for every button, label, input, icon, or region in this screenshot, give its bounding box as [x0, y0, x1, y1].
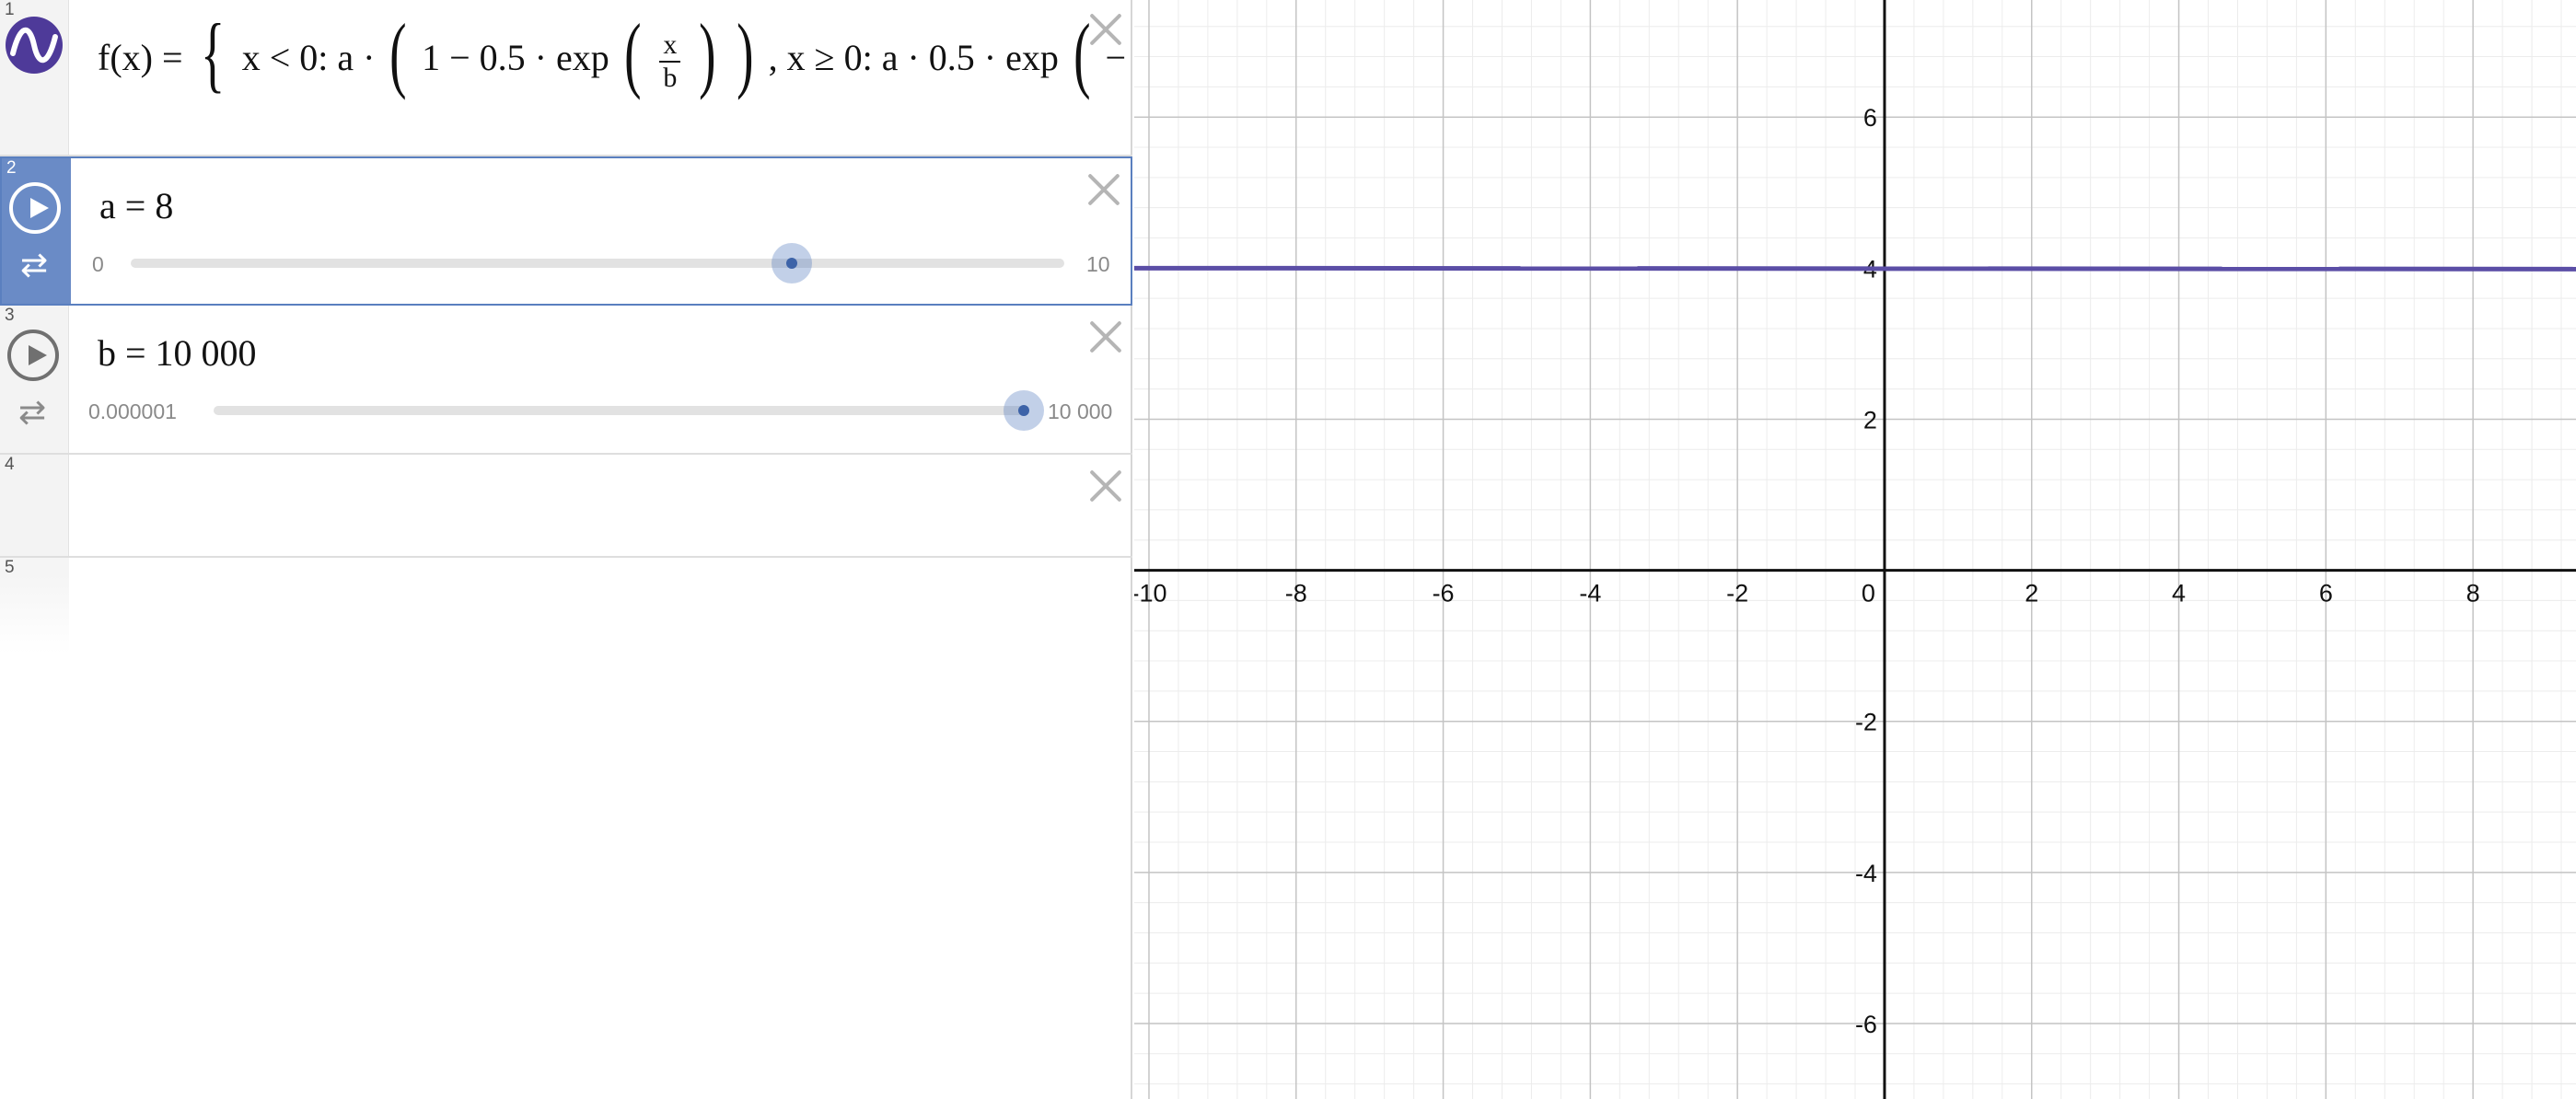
x-tick-label: -6 — [1433, 580, 1455, 607]
row-number: 3 — [5, 306, 15, 325]
x-tick-label: 6 — [2319, 580, 2333, 607]
y-tick-label: -2 — [1855, 709, 1877, 736]
close-icon[interactable] — [1086, 11, 1123, 48]
case1: x < 0: a · — [241, 37, 376, 79]
slider-b-min: 0.000001 — [88, 399, 177, 423]
case1-body: 1 − 0.5 · exp — [422, 37, 609, 79]
y-tick-label: -4 — [1855, 860, 1877, 887]
slider-a-track[interactable] — [131, 259, 1064, 268]
slider-b-label[interactable]: b = 10 000 — [98, 331, 257, 375]
slider-b-track[interactable] — [214, 406, 1024, 415]
play-icon[interactable] — [9, 182, 61, 234]
slider-b-max: 10 000 — [1048, 399, 1113, 423]
close-icon[interactable] — [1085, 171, 1121, 208]
paren: ) — [737, 6, 754, 100]
expression-row-1[interactable]: 1 f(x) = { x < 0: a · ( 1 − 0.5 · exp ( … — [0, 0, 1132, 156]
desmos-logo-icon — [6, 17, 63, 74]
fraction: x b — [659, 29, 681, 94]
y-tick-label: -6 — [1855, 1011, 1877, 1038]
function-curve[interactable] — [1133, 265, 2576, 272]
x-tick-label: -10 — [1134, 580, 1166, 607]
graph-svg: -10 -8 -6 -4 -2 0 2 4 6 8642-2-4-6 — [1131, 0, 2576, 1099]
expression-row-3[interactable]: 3 ⇄ b = 10 000 0.000001 10 000 — [0, 306, 1132, 455]
lhs: f(x) = — [98, 37, 183, 79]
play-icon[interactable] — [7, 330, 59, 381]
slider-a-min: 0 — [92, 252, 104, 276]
fraction-den: b — [663, 63, 678, 93]
x-tick-label: -4 — [1579, 580, 1601, 607]
case2: , x ≥ 0: a · 0.5 · exp — [768, 37, 1059, 79]
slider-b-thumb[interactable] — [1004, 390, 1044, 431]
expression-list: 1 f(x) = { x < 0: a · ( 1 − 0.5 · exp ( … — [0, 0, 1132, 1099]
loop-icon[interactable]: ⇄ — [18, 396, 46, 429]
brace: { — [200, 6, 225, 100]
close-icon[interactable] — [1086, 318, 1123, 355]
paren: ( — [389, 6, 407, 100]
row-number: 5 — [5, 558, 15, 577]
paren: ( — [623, 6, 642, 100]
graph-paper[interactable]: -10 -8 -6 -4 -2 0 2 4 6 8 6 4 2 -2 -4 -6 — [1131, 0, 2576, 1099]
x-tick-label: 2 — [2025, 580, 2038, 607]
y-tick-label: 2 — [1863, 406, 1877, 434]
fraction-num: x — [659, 29, 681, 63]
row-number: 2 — [6, 158, 17, 178]
x-tick-label: -2 — [1726, 580, 1748, 607]
x-tick-label: 0 — [1862, 580, 1875, 607]
row-number: 4 — [5, 455, 15, 474]
close-icon[interactable] — [1086, 468, 1123, 504]
x-tick-label: 8 — [2466, 580, 2480, 607]
slider-a-thumb[interactable] — [772, 243, 813, 283]
x-tick-label: -8 — [1285, 580, 1307, 607]
slider-a-label[interactable]: a = 8 — [99, 184, 173, 227]
paren: ) — [699, 6, 716, 100]
expression-row-4[interactable]: 4 — [0, 455, 1132, 558]
loop-icon[interactable]: ⇄ — [20, 249, 48, 282]
x-tick-label: 4 — [2172, 580, 2186, 607]
y-tick-label: 6 — [1863, 104, 1877, 132]
expression-row-5[interactable]: 5 — [0, 558, 1132, 654]
expression-f-math[interactable]: f(x) = { x < 0: a · ( 1 − 0.5 · exp ( x … — [98, 11, 1126, 96]
slider-a-max: 10 — [1086, 252, 1110, 276]
expression-row-2[interactable]: 2 ⇄ a = 8 0 10 — [0, 156, 1132, 306]
